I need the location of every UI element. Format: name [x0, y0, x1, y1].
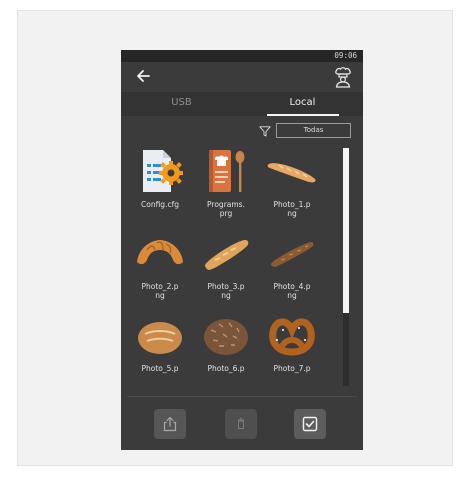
- round-bread-image: [138, 322, 182, 354]
- file-name: Photo_4.p ng: [273, 282, 311, 300]
- rye-bread-image: [204, 319, 248, 355]
- file-name: Programs. prg: [207, 200, 245, 218]
- file-name: Photo_2.p ng: [141, 282, 179, 300]
- filter-dropdown[interactable]: Todas: [276, 123, 351, 138]
- scrollbar-thumb[interactable]: [343, 148, 349, 313]
- tab-bar: USB Local: [121, 92, 363, 116]
- file-item-photo-6[interactable]: Photo_6.p: [193, 310, 259, 386]
- bread-loaf-image: [204, 240, 249, 270]
- file-item-photo-2[interactable]: Photo_2.p ng: [127, 228, 193, 308]
- file-item-photo-1[interactable]: Photo_1.p ng: [259, 146, 325, 226]
- recipe-book-icon: [209, 150, 245, 192]
- dark-baguette-image: [271, 242, 314, 267]
- action-bar: [121, 397, 363, 450]
- baguette-image: [267, 163, 316, 183]
- arrow-left-icon[interactable]: [135, 68, 151, 84]
- file-name: Config.cfg: [141, 200, 179, 209]
- trash-icon: [238, 418, 244, 429]
- file-item-programs[interactable]: Programs. prg: [193, 146, 259, 226]
- tab-usb[interactable]: USB: [121, 92, 242, 116]
- file-item-photo-4[interactable]: Photo_4.p ng: [259, 228, 325, 308]
- top-bar: [121, 62, 363, 92]
- config-file-icon: [143, 150, 183, 192]
- clock: 09:06: [334, 51, 357, 60]
- export-button[interactable]: [154, 409, 186, 439]
- croissant-image: [137, 240, 183, 265]
- device-screen: 09:06 USB Local Todas Config.cfg Program…: [121, 50, 363, 450]
- file-name: Photo_5.p: [141, 364, 179, 373]
- filter-row: Todas: [121, 120, 363, 142]
- pretzel-image: [269, 318, 315, 356]
- file-item-photo-5[interactable]: Photo_5.p: [127, 310, 193, 386]
- tab-local[interactable]: Local: [242, 92, 363, 116]
- checkbox-icon: [302, 416, 318, 432]
- select-button[interactable]: [294, 409, 326, 439]
- file-item-photo-7[interactable]: Photo_7.p: [259, 310, 325, 386]
- file-name: Photo_6.p: [207, 364, 245, 373]
- share-upload-icon: [163, 416, 177, 432]
- delete-button[interactable]: [225, 409, 257, 439]
- filter-funnel-icon[interactable]: [259, 126, 271, 137]
- file-name: Photo_3.p ng: [207, 282, 245, 300]
- active-tab-indicator: [267, 114, 339, 116]
- file-grid: Config.cfg Programs. prg Photo_1.p ng Ph…: [121, 146, 347, 386]
- file-item-config[interactable]: Config.cfg: [127, 146, 193, 226]
- chef-icon[interactable]: [333, 66, 353, 88]
- status-bar: 09:06: [121, 50, 363, 62]
- file-item-photo-3[interactable]: Photo_3.p ng: [193, 228, 259, 308]
- file-name: Photo_7.p: [273, 364, 311, 373]
- file-name: Photo_1.p ng: [273, 200, 311, 218]
